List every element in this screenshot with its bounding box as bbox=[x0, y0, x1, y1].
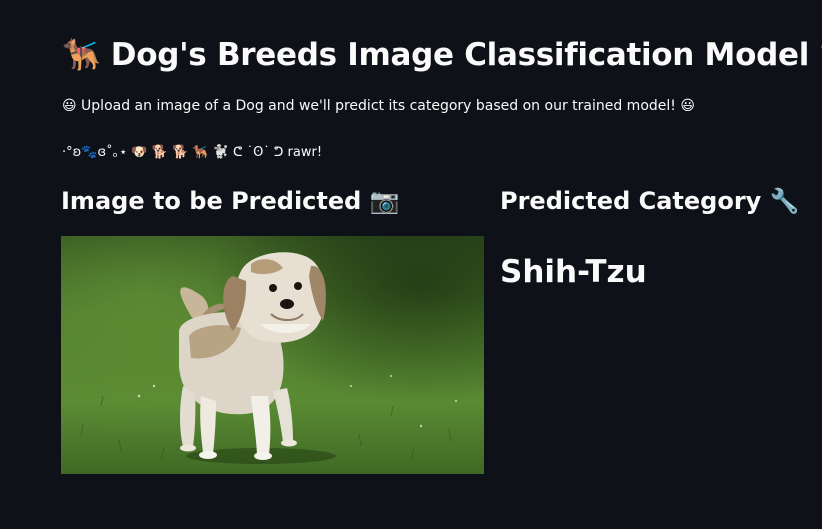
kaomoji-line: ·°ʚ🐾ɞ˚｡⋆ 🐶 🐕 🐕 🐕‍🦺 🐩 ᕦ ˙ʘ˙ ᕤ rawr! bbox=[62, 145, 323, 160]
app-title: 🐕‍🦺 Dog's Breeds Image Classification Mo… bbox=[62, 37, 822, 73]
prediction-section-heading: Predicted Category 🔧 bbox=[500, 187, 800, 215]
app-subtitle: 😃 Upload an image of a Dog and we'll pre… bbox=[62, 98, 695, 114]
image-section-heading: Image to be Predicted 📷 bbox=[61, 187, 400, 215]
predicted-category: Shih-Tzu bbox=[500, 254, 647, 290]
dog-image bbox=[61, 236, 484, 474]
